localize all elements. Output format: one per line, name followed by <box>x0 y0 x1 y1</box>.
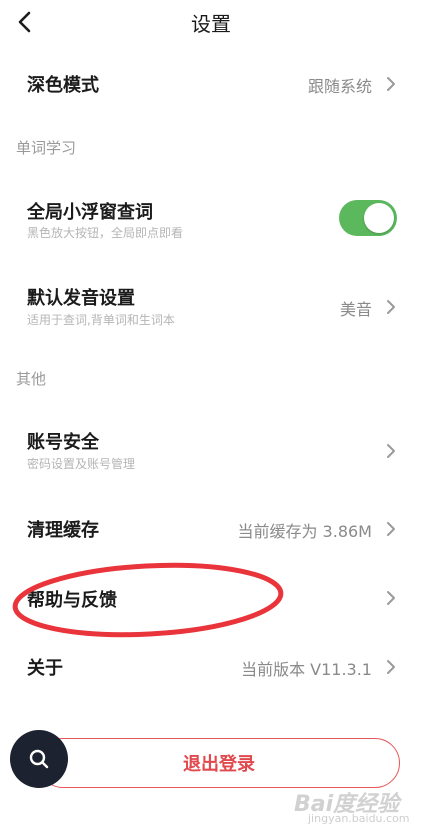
row-subtitle: 密码设置及账号管理 <box>27 457 136 471</box>
row-dark-mode[interactable]: 深色模式 跟随系统 <box>0 58 422 110</box>
row-subtitle: 适用于查词,背单词和生词本 <box>27 313 175 327</box>
row-value: 跟随系统 <box>307 77 372 96</box>
row-pronunciation[interactable]: 默认发音设置 适用于查词,背单词和生词本 美音 <box>0 276 422 336</box>
chevron-right-icon <box>384 657 398 677</box>
page-title: 设置 <box>191 12 231 36</box>
row-about[interactable]: 关于 当前版本 V11.3.1 <box>0 640 422 692</box>
row-clear-cache[interactable]: 清理缓存 当前缓存为 3.86M <box>0 503 422 555</box>
toggle-knob <box>364 203 394 233</box>
row-title: 关于 <box>27 658 63 679</box>
chevron-right-icon <box>384 588 398 608</box>
chevron-right-icon <box>384 441 398 461</box>
row-title: 深色模式 <box>27 75 99 96</box>
row-title: 清理缓存 <box>27 520 99 541</box>
watermark-url: jingyan.baidu.com <box>308 812 410 825</box>
search-icon <box>29 749 49 769</box>
row-title: 默认发音设置 <box>27 288 135 309</box>
chevron-right-icon <box>384 297 398 317</box>
row-value: 当前缓存为 3.86M <box>237 522 372 541</box>
row-value: 当前版本 V11.3.1 <box>241 660 372 679</box>
section-label-word-learning: 单词学习 <box>16 139 77 157</box>
highlight-ellipse-annotation <box>12 562 284 638</box>
logout-button[interactable]: 退出登录 <box>38 738 400 788</box>
floating-search-button[interactable] <box>10 730 68 788</box>
chevron-right-icon <box>384 74 398 94</box>
chevron-right-icon <box>384 519 398 539</box>
row-title: 全局小浮窗查词 <box>27 202 153 223</box>
row-title: 账号安全 <box>27 432 99 453</box>
row-account-security[interactable]: 账号安全 密码设置及账号管理 <box>0 420 422 480</box>
row-subtitle: 黑色放大按钮，全局即点即看 <box>27 226 184 240</box>
section-label-other: 其他 <box>16 370 47 388</box>
float-lookup-toggle[interactable] <box>339 200 397 236</box>
row-value: 美音 <box>339 300 372 319</box>
